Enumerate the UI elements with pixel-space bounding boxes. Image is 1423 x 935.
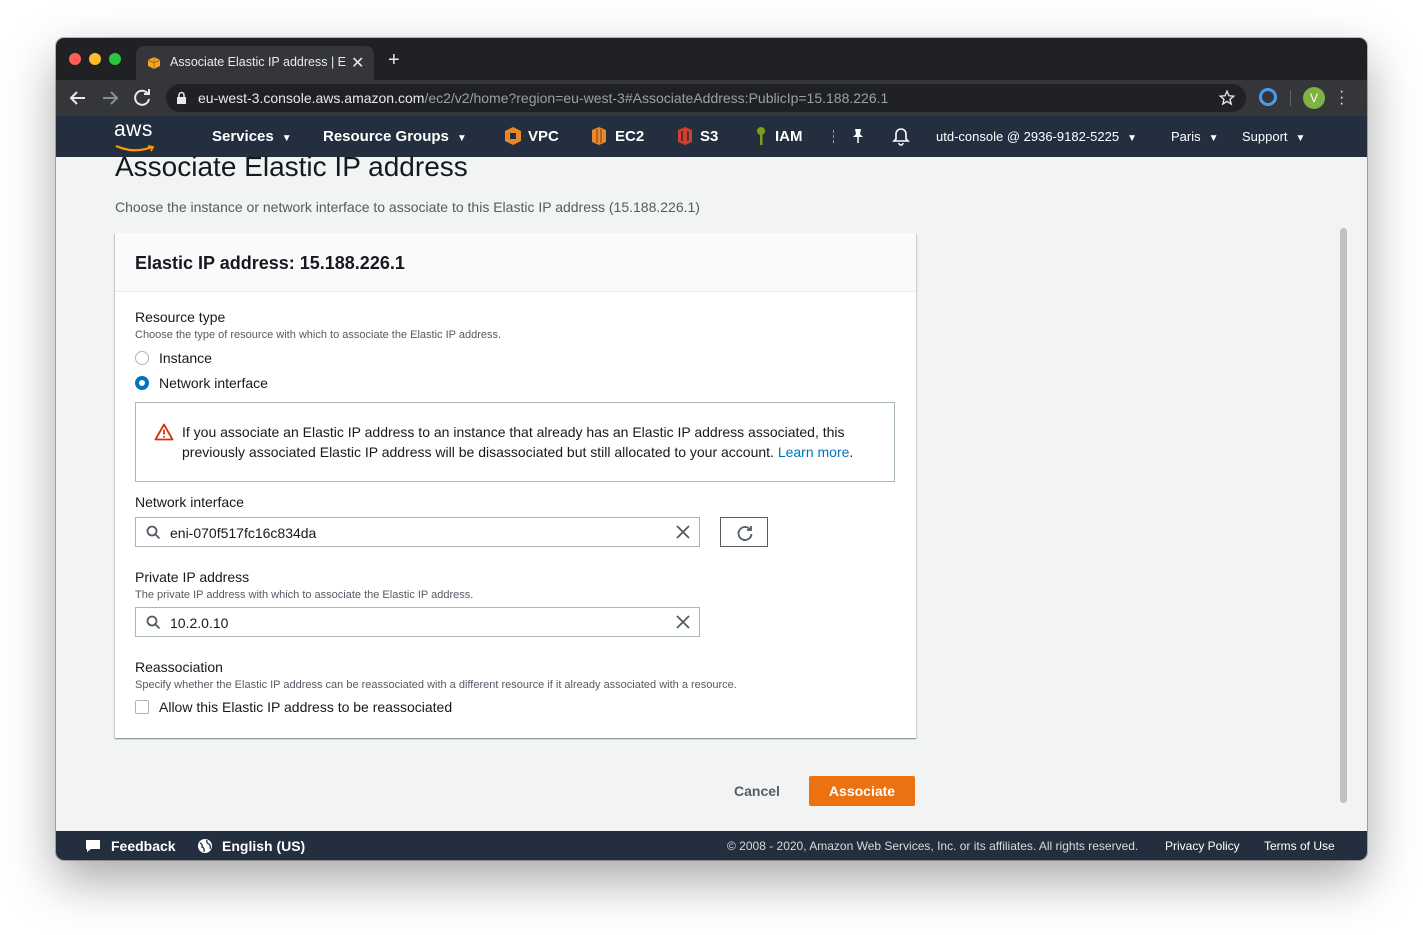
vertical-scrollbar[interactable] bbox=[1340, 228, 1347, 803]
chevron-down-icon: ▼ bbox=[456, 133, 467, 144]
vpc-icon bbox=[505, 127, 521, 145]
chevron-down-icon: ▼ bbox=[1127, 133, 1137, 144]
tab-title: Associate Elastic IP address | E bbox=[170, 55, 346, 69]
browser-toolbar: eu-west-3.console.aws.amazon.com/ec2/v2/… bbox=[56, 80, 1367, 116]
back-icon[interactable] bbox=[66, 86, 90, 110]
panel-header: Elastic IP address: 15.188.226.1 bbox=[115, 233, 916, 292]
network-interface-label: Network interface bbox=[135, 494, 244, 510]
close-window-button[interactable] bbox=[69, 53, 81, 65]
ec2-icon bbox=[592, 127, 606, 145]
tab-close-icon[interactable]: ✕ bbox=[351, 53, 364, 73]
toolbar-separator bbox=[1290, 90, 1291, 106]
account-menu[interactable]: utd-console @ 2936-9182-5225 ▼ bbox=[936, 129, 1137, 144]
page-description: Choose the instance or network interface… bbox=[115, 199, 700, 215]
aws-favicon-icon bbox=[147, 57, 161, 69]
private-ip-description: The private IP address with which to ass… bbox=[135, 589, 474, 601]
search-icon bbox=[146, 525, 161, 540]
pin-s3[interactable]: S3 bbox=[700, 128, 718, 145]
pin-ec2[interactable]: EC2 bbox=[615, 128, 644, 145]
warning-icon bbox=[154, 423, 174, 441]
radio-network-interface-label[interactable]: Network interface bbox=[159, 375, 268, 391]
chevron-down-icon: ▼ bbox=[281, 133, 292, 144]
resource-type-label: Resource type bbox=[135, 309, 226, 325]
reassociation-checkbox-label[interactable]: Allow this Elastic IP address to be reas… bbox=[159, 699, 452, 715]
radio-network-interface[interactable] bbox=[135, 376, 149, 390]
extension-icon[interactable] bbox=[1259, 88, 1277, 106]
maximize-window-button[interactable] bbox=[109, 53, 121, 65]
support-menu[interactable]: Support ▼ bbox=[1242, 129, 1305, 144]
forward-icon[interactable] bbox=[98, 86, 122, 110]
feedback-icon bbox=[86, 840, 100, 852]
learn-more-link[interactable]: Learn more bbox=[778, 444, 850, 460]
network-interface-value: eni-070f517fc16c834da bbox=[170, 525, 317, 541]
reassociation-label: Reassociation bbox=[135, 659, 223, 675]
lock-icon bbox=[177, 91, 186, 104]
minimize-window-button[interactable] bbox=[89, 53, 101, 65]
aws-logo-text: aws bbox=[114, 118, 153, 141]
resource-type-description: Choose the type of resource with which t… bbox=[135, 329, 502, 341]
bell-icon[interactable] bbox=[892, 127, 910, 146]
terms-of-use-link[interactable]: Terms of Use bbox=[1264, 839, 1335, 853]
chevron-down-icon: ▼ bbox=[1295, 133, 1306, 144]
services-menu[interactable]: Services ▼ bbox=[212, 128, 292, 145]
network-interface-field[interactable]: eni-070f517fc16c834da bbox=[135, 517, 700, 547]
clear-icon[interactable] bbox=[675, 524, 691, 540]
pin-iam[interactable]: IAM bbox=[775, 128, 803, 145]
new-tab-button[interactable]: + bbox=[388, 49, 400, 72]
nav-divider bbox=[833, 130, 834, 143]
globe-icon bbox=[198, 839, 212, 853]
warning-alert: If you associate an Elastic IP address t… bbox=[135, 402, 895, 482]
radio-instance-label[interactable]: Instance bbox=[159, 350, 212, 366]
private-ip-field[interactable]: 10.2.0.10 bbox=[135, 607, 700, 637]
resource-groups-menu[interactable]: Resource Groups ▼ bbox=[323, 128, 467, 145]
refresh-icon bbox=[737, 526, 753, 541]
private-ip-label: Private IP address bbox=[135, 569, 250, 585]
private-ip-value: 10.2.0.10 bbox=[170, 615, 229, 631]
search-icon bbox=[146, 615, 161, 630]
pin-icon[interactable] bbox=[850, 127, 866, 145]
aws-footer: Feedback English (US) © 2008 - 2020, Ama… bbox=[56, 831, 1367, 860]
page-title: Associate Elastic IP address bbox=[115, 151, 468, 182]
cancel-button[interactable]: Cancel bbox=[734, 783, 780, 799]
warning-alert-text: If you associate an Elastic IP address t… bbox=[182, 424, 854, 460]
copyright-text: © 2008 - 2020, Amazon Web Services, Inc.… bbox=[727, 839, 1139, 853]
address-bar[interactable]: eu-west-3.console.aws.amazon.com/ec2/v2/… bbox=[166, 84, 1246, 112]
browser-window: Associate Elastic IP address | E ✕ + eu-… bbox=[56, 38, 1367, 860]
feedback-link[interactable]: Feedback bbox=[111, 838, 176, 854]
associate-button[interactable]: Associate bbox=[809, 776, 915, 806]
panel-title: Elastic IP address: 15.188.226.1 bbox=[135, 253, 405, 273]
language-selector[interactable]: English (US) bbox=[222, 838, 305, 854]
region-menu[interactable]: Paris ▼ bbox=[1171, 129, 1219, 144]
browser-tab[interactable]: Associate Elastic IP address | E ✕ bbox=[136, 46, 374, 80]
reassociation-description: Specify whether the Elastic IP address c… bbox=[135, 679, 737, 691]
privacy-policy-link[interactable]: Privacy Policy bbox=[1165, 839, 1240, 853]
reassociation-checkbox[interactable] bbox=[135, 700, 149, 714]
refresh-button[interactable] bbox=[720, 517, 768, 547]
clear-icon[interactable] bbox=[675, 614, 691, 630]
bookmark-star-icon[interactable] bbox=[1218, 89, 1236, 107]
iam-icon bbox=[757, 127, 765, 145]
reload-icon[interactable] bbox=[130, 86, 154, 110]
s3-icon bbox=[678, 127, 692, 145]
main-content: Associate Elastic IP address Choose the … bbox=[76, 151, 1338, 806]
chevron-down-icon: ▼ bbox=[1208, 133, 1219, 144]
association-panel: Elastic IP address: 15.188.226.1 Resourc… bbox=[115, 233, 916, 738]
radio-instance[interactable] bbox=[135, 351, 149, 365]
url-text: eu-west-3.console.aws.amazon.com/ec2/v2/… bbox=[198, 90, 889, 106]
tab-strip: Associate Elastic IP address | E ✕ + bbox=[56, 38, 1367, 80]
profile-avatar[interactable]: V bbox=[1303, 87, 1325, 109]
browser-menu-icon[interactable]: · · · bbox=[1339, 84, 1344, 112]
pin-vpc[interactable]: VPC bbox=[528, 128, 559, 145]
